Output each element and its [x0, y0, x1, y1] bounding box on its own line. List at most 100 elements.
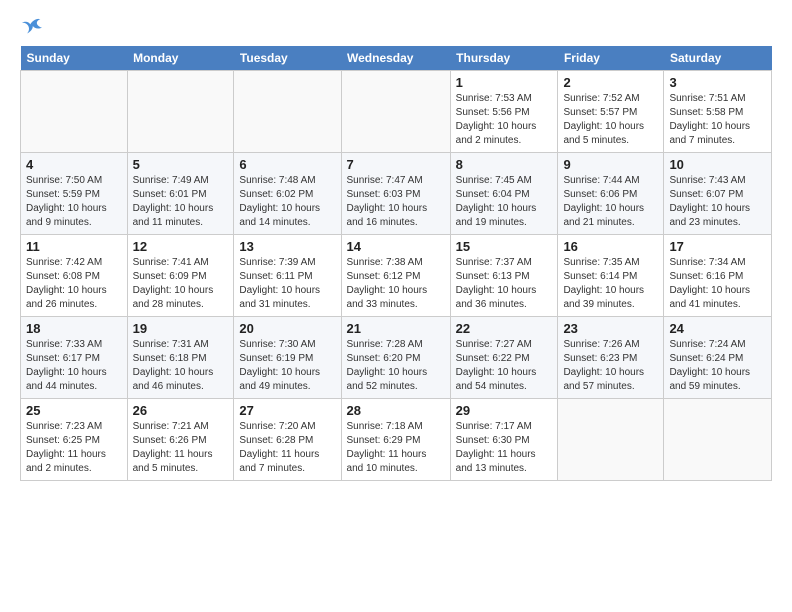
calendar-cell: 21 Sunrise: 7:28 AMSunset: 6:20 PMDayligh…: [341, 317, 450, 399]
day-number: 28: [347, 403, 445, 418]
day-info: Sunrise: 7:27 AMSunset: 6:22 PMDaylight:…: [456, 338, 553, 394]
day-number: 18: [26, 321, 122, 336]
day-info: Sunrise: 7:31 AMSunset: 6:18 PMDaylight:…: [133, 338, 229, 394]
calendar-cell: 25 Sunrise: 7:23 AMSunset: 6:25 PMDayligh…: [21, 399, 128, 481]
calendar-cell: 28 Sunrise: 7:18 AMSunset: 6:29 PMDayligh…: [341, 399, 450, 481]
calendar-cell: 20 Sunrise: 7:30 AMSunset: 6:19 PMDayligh…: [234, 317, 341, 399]
calendar-cell: 16 Sunrise: 7:35 AMSunset: 6:14 PMDayligh…: [558, 235, 664, 317]
calendar-cell: 3 Sunrise: 7:51 AMSunset: 5:58 PMDaylight…: [664, 71, 772, 153]
day-info: Sunrise: 7:47 AMSunset: 6:03 PMDaylight:…: [347, 174, 445, 230]
day-info: Sunrise: 7:28 AMSunset: 6:20 PMDaylight:…: [347, 338, 445, 394]
day-number: 11: [26, 239, 122, 254]
day-number: 12: [133, 239, 229, 254]
day-info: Sunrise: 7:50 AMSunset: 5:59 PMDaylight:…: [26, 174, 122, 230]
calendar-cell: 12 Sunrise: 7:41 AMSunset: 6:09 PMDayligh…: [127, 235, 234, 317]
day-number: 14: [347, 239, 445, 254]
calendar-cell: 22 Sunrise: 7:27 AMSunset: 6:22 PMDayligh…: [450, 317, 558, 399]
col-header-saturday: Saturday: [664, 46, 772, 71]
calendar-cell: [664, 399, 772, 481]
page-header: [20, 16, 772, 36]
calendar-cell: 19 Sunrise: 7:31 AMSunset: 6:18 PMDayligh…: [127, 317, 234, 399]
day-number: 25: [26, 403, 122, 418]
calendar-cell: 29Sunrise: 7:17 AMSunset: 6:30 PMDayligh…: [450, 399, 558, 481]
day-info: Sunrise: 7:42 AMSunset: 6:08 PMDaylight:…: [26, 256, 122, 312]
day-number: 7: [347, 157, 445, 172]
day-info: Sunrise: 7:49 AMSunset: 6:01 PMDaylight:…: [133, 174, 229, 230]
day-number: 10: [669, 157, 766, 172]
day-info: Sunrise: 7:20 AMSunset: 6:28 PMDaylight:…: [239, 420, 335, 476]
day-number: 27: [239, 403, 335, 418]
calendar-cell: 23 Sunrise: 7:26 AMSunset: 6:23 PMDayligh…: [558, 317, 664, 399]
calendar-cell: 6 Sunrise: 7:48 AMSunset: 6:02 PMDaylight…: [234, 153, 341, 235]
day-number: 17: [669, 239, 766, 254]
day-number: 15: [456, 239, 553, 254]
calendar-cell: 27 Sunrise: 7:20 AMSunset: 6:28 PMDayligh…: [234, 399, 341, 481]
calendar-cell: 15 Sunrise: 7:37 AMSunset: 6:13 PMDayligh…: [450, 235, 558, 317]
day-number: 13: [239, 239, 335, 254]
day-info: Sunrise: 7:41 AMSunset: 6:09 PMDaylight:…: [133, 256, 229, 312]
col-header-monday: Monday: [127, 46, 234, 71]
calendar-cell: 4 Sunrise: 7:50 AMSunset: 5:59 PMDaylight…: [21, 153, 128, 235]
day-number: 5: [133, 157, 229, 172]
col-header-wednesday: Wednesday: [341, 46, 450, 71]
calendar-cell: 13 Sunrise: 7:39 AMSunset: 6:11 PMDayligh…: [234, 235, 341, 317]
calendar-cell: [127, 71, 234, 153]
calendar-cell: 17 Sunrise: 7:34 AMSunset: 6:16 PMDayligh…: [664, 235, 772, 317]
day-number: 6: [239, 157, 335, 172]
day-number: 19: [133, 321, 229, 336]
day-info: Sunrise: 7:52 AMSunset: 5:57 PMDaylight:…: [563, 92, 658, 148]
calendar-cell: 7 Sunrise: 7:47 AMSunset: 6:03 PMDaylight…: [341, 153, 450, 235]
day-info: Sunrise: 7:48 AMSunset: 6:02 PMDaylight:…: [239, 174, 335, 230]
logo-bird-icon: [22, 16, 42, 36]
logo: [20, 16, 42, 36]
calendar-cell: 26 Sunrise: 7:21 AMSunset: 6:26 PMDayligh…: [127, 399, 234, 481]
day-info: Sunrise: 7:30 AMSunset: 6:19 PMDaylight:…: [239, 338, 335, 394]
day-info: Sunrise: 7:23 AMSunset: 6:25 PMDaylight:…: [26, 420, 122, 476]
day-info: Sunrise: 7:44 AMSunset: 6:06 PMDaylight:…: [563, 174, 658, 230]
calendar-cell: 11 Sunrise: 7:42 AMSunset: 6:08 PMDayligh…: [21, 235, 128, 317]
day-number: 21: [347, 321, 445, 336]
day-info: Sunrise: 7:34 AMSunset: 6:16 PMDaylight:…: [669, 256, 766, 312]
day-info: Sunrise: 7:26 AMSunset: 6:23 PMDaylight:…: [563, 338, 658, 394]
day-number: 16: [563, 239, 658, 254]
day-info: Sunrise: 7:21 AMSunset: 6:26 PMDaylight:…: [133, 420, 229, 476]
day-number: 26: [133, 403, 229, 418]
calendar-cell: 2 Sunrise: 7:52 AMSunset: 5:57 PMDaylight…: [558, 71, 664, 153]
day-info: Sunrise: 7:43 AMSunset: 6:07 PMDaylight:…: [669, 174, 766, 230]
day-info: Sunrise: 7:18 AMSunset: 6:29 PMDaylight:…: [347, 420, 445, 476]
calendar-cell: 9Sunrise: 7:44 AMSunset: 6:06 PMDaylight…: [558, 153, 664, 235]
day-info: Sunrise: 7:37 AMSunset: 6:13 PMDaylight:…: [456, 256, 553, 312]
day-number: 23: [563, 321, 658, 336]
day-number: 4: [26, 157, 122, 172]
col-header-tuesday: Tuesday: [234, 46, 341, 71]
day-info: Sunrise: 7:45 AMSunset: 6:04 PMDaylight:…: [456, 174, 553, 230]
calendar-cell: 10 Sunrise: 7:43 AMSunset: 6:07 PMDayligh…: [664, 153, 772, 235]
day-info: Sunrise: 7:24 AMSunset: 6:24 PMDaylight:…: [669, 338, 766, 394]
day-info: Sunrise: 7:17 AMSunset: 6:30 PMDaylight:…: [456, 420, 553, 476]
day-number: 2: [563, 75, 658, 90]
calendar-cell: [234, 71, 341, 153]
calendar-table: SundayMondayTuesdayWednesdayThursdayFrid…: [20, 46, 772, 481]
col-header-sunday: Sunday: [21, 46, 128, 71]
day-number: 20: [239, 321, 335, 336]
day-number: 3: [669, 75, 766, 90]
day-number: 24: [669, 321, 766, 336]
day-number: 22: [456, 321, 553, 336]
calendar-cell: 8 Sunrise: 7:45 AMSunset: 6:04 PMDaylight…: [450, 153, 558, 235]
day-info: Sunrise: 7:53 AMSunset: 5:56 PMDaylight:…: [456, 92, 553, 148]
calendar-cell: 5 Sunrise: 7:49 AMSunset: 6:01 PMDaylight…: [127, 153, 234, 235]
day-info: Sunrise: 7:51 AMSunset: 5:58 PMDaylight:…: [669, 92, 766, 148]
calendar-cell: [558, 399, 664, 481]
calendar-cell: 14 Sunrise: 7:38 AMSunset: 6:12 PMDayligh…: [341, 235, 450, 317]
calendar-cell: 1 Sunrise: 7:53 AMSunset: 5:56 PMDaylight…: [450, 71, 558, 153]
day-info: Sunrise: 7:38 AMSunset: 6:12 PMDaylight:…: [347, 256, 445, 312]
day-info: Sunrise: 7:35 AMSunset: 6:14 PMDaylight:…: [563, 256, 658, 312]
day-number: 8: [456, 157, 553, 172]
col-header-friday: Friday: [558, 46, 664, 71]
day-info: Sunrise: 7:33 AMSunset: 6:17 PMDaylight:…: [26, 338, 122, 394]
col-header-thursday: Thursday: [450, 46, 558, 71]
day-number: 1: [456, 75, 553, 90]
day-info: Sunrise: 7:39 AMSunset: 6:11 PMDaylight:…: [239, 256, 335, 312]
calendar-cell: 18 Sunrise: 7:33 AMSunset: 6:17 PMDayligh…: [21, 317, 128, 399]
calendar-cell: 24 Sunrise: 7:24 AMSunset: 6:24 PMDayligh…: [664, 317, 772, 399]
